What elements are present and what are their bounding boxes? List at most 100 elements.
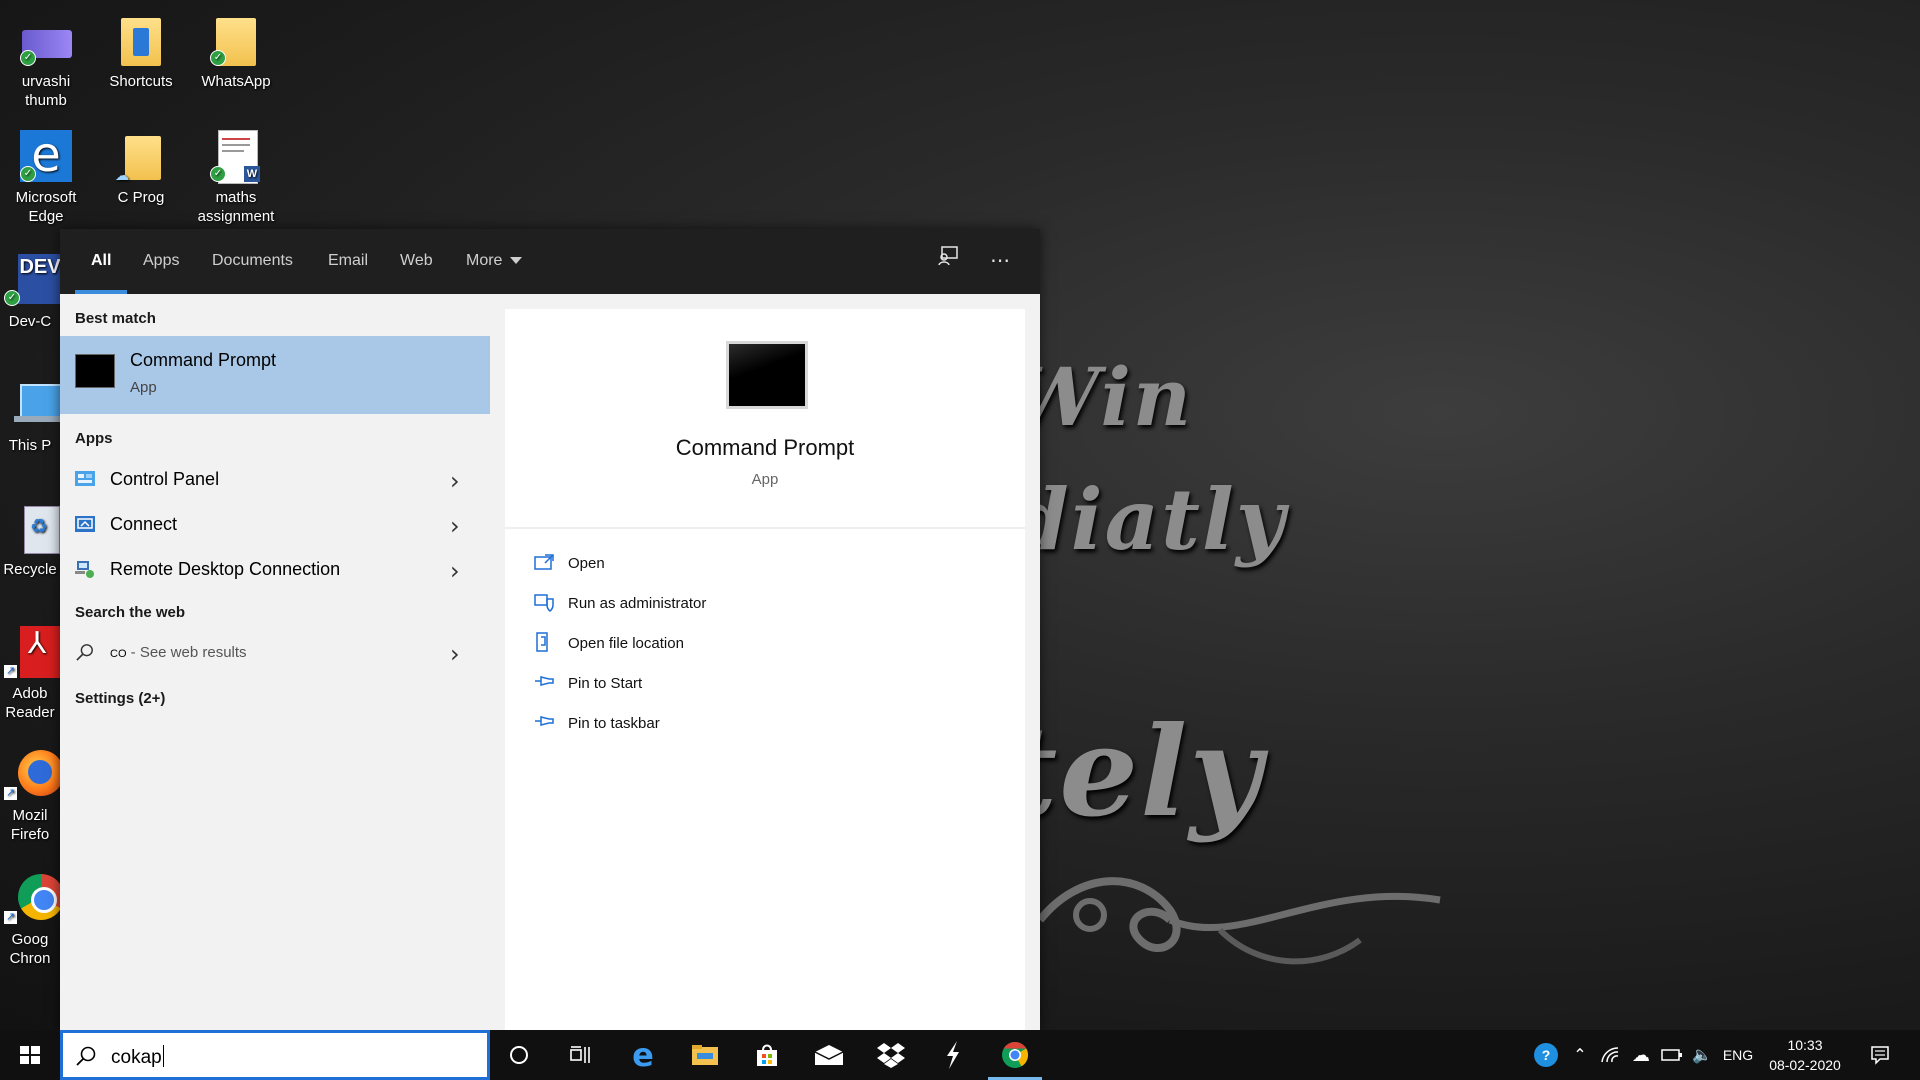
search-icon xyxy=(76,1046,96,1066)
desktop-icon-label: WhatsApp xyxy=(201,73,271,90)
mail-icon xyxy=(814,1045,844,1065)
tab-more[interactable]: More xyxy=(466,229,523,294)
chevron-up-icon: ⌃ xyxy=(1573,1047,1587,1064)
best-match-subtitle: App xyxy=(130,379,157,396)
desktop-icon-dev-c[interactable]: DEV ✓ Dev-C xyxy=(0,252,62,331)
tab-more-label: More xyxy=(466,252,503,269)
chevron-right-icon[interactable]: › xyxy=(450,512,460,540)
action-center-button[interactable] xyxy=(1860,1030,1900,1080)
dropbox-icon xyxy=(877,1043,905,1068)
desktop-icon-google-chrome[interactable]: ↗ Goog Chron xyxy=(0,870,64,968)
network-tray-button[interactable] xyxy=(1596,1030,1624,1080)
recycle-bin-icon: ♻ xyxy=(2,500,60,556)
chevron-right-icon[interactable]: › xyxy=(450,557,460,585)
taskbar-file-explorer-button[interactable] xyxy=(674,1030,736,1080)
best-match-command-prompt[interactable]: Command Prompt App xyxy=(60,336,490,414)
action-label: Pin to taskbar xyxy=(568,715,660,732)
pin-icon xyxy=(535,676,554,686)
start-button[interactable] xyxy=(0,1030,60,1080)
tab-email[interactable]: Email xyxy=(328,229,368,294)
tab-documents[interactable]: Documents xyxy=(212,229,293,294)
taskbar-chrome-button[interactable] xyxy=(984,1030,1046,1080)
desktop-icon-label: maths assignment xyxy=(197,189,275,225)
feedback-button[interactable] xyxy=(930,243,966,279)
desktop-icon-shortcuts[interactable]: Shortcuts xyxy=(95,12,187,91)
desktop-icon-this-pc[interactable]: This P xyxy=(0,376,66,455)
desktop-icon-urvashi-thumb[interactable]: ✓ urvashi thumb xyxy=(0,12,92,110)
help-icon: ? xyxy=(1534,1043,1558,1067)
action-run-as-administrator[interactable]: Run as administrator xyxy=(533,591,993,621)
section-best-match: Best match xyxy=(75,310,156,327)
result-remote-desktop-connection[interactable]: Remote Desktop Connection › xyxy=(60,548,490,592)
onedrive-tray-button[interactable]: ☁ xyxy=(1626,1030,1656,1080)
desktop-icon-adobe-reader[interactable]: ⅄ ↗ Adob Reader xyxy=(0,624,62,722)
lightning-app-icon xyxy=(947,1041,959,1069)
help-tray-button[interactable]: ? xyxy=(1528,1030,1564,1080)
desktop-icon-label: C Prog xyxy=(117,189,165,206)
desktop-icon-label: Recycle xyxy=(3,561,57,578)
desktop-icon-c-prog[interactable]: ☁ C Prog xyxy=(95,128,187,207)
desktop-icon-label: Adob Reader xyxy=(5,685,55,721)
action-open-file-location[interactable]: Open file location xyxy=(533,631,993,661)
battery-tray-button[interactable] xyxy=(1658,1030,1686,1080)
ellipsis-icon: ⋯ xyxy=(990,250,1010,272)
taskbar-store-button[interactable] xyxy=(736,1030,798,1080)
desktop-icon-firefox[interactable]: ↗ Mozil Firefo xyxy=(0,746,64,844)
sync-check-icon: ✓ xyxy=(210,166,226,182)
results-list: Best match Command Prompt App Apps Contr… xyxy=(60,294,490,1030)
firefox-icon: ↗ xyxy=(2,746,64,802)
pdf-icon: ⅄ ↗ xyxy=(2,624,62,680)
taskbar-app-button[interactable] xyxy=(922,1030,984,1080)
tab-all[interactable]: All xyxy=(74,229,129,294)
result-label: Control Panel xyxy=(110,469,220,489)
file-explorer-icon xyxy=(692,1045,718,1065)
tab-apps[interactable]: Apps xyxy=(143,229,179,294)
result-control-panel[interactable]: Control Panel › xyxy=(60,458,490,502)
volume-tray-button[interactable]: 🔈 xyxy=(1688,1030,1716,1080)
wifi-icon xyxy=(1601,1047,1619,1063)
desktop-icon-whatsapp[interactable]: ✓ WhatsApp xyxy=(190,12,282,91)
action-pin-to-taskbar[interactable]: Pin to taskbar xyxy=(533,711,993,741)
action-pin-to-start[interactable]: Pin to Start xyxy=(533,671,993,701)
pin-icon xyxy=(535,716,554,726)
desktop-icon-label: This P xyxy=(8,437,52,454)
notification-icon xyxy=(1871,1046,1889,1065)
show-hidden-icons-button[interactable]: ⌃ xyxy=(1566,1030,1594,1080)
desktop-icon-label: Shortcuts xyxy=(109,73,173,90)
devcpp-icon: DEV ✓ xyxy=(2,252,62,308)
chrome-icon xyxy=(1002,1041,1029,1068)
cortana-button[interactable] xyxy=(488,1030,550,1080)
search-icon xyxy=(76,644,93,661)
feedback-icon xyxy=(938,246,958,266)
wallpaper-text-2: diatly xyxy=(1010,470,1287,569)
windows-logo-icon xyxy=(20,1046,40,1064)
taskbar-dropbox-button[interactable] xyxy=(860,1030,922,1080)
preview-pane: Command Prompt App Open Run as administr… xyxy=(505,309,1025,1030)
result-connect[interactable]: Connect › xyxy=(60,503,490,547)
volume-icon: 🔈 xyxy=(1692,1047,1712,1064)
section-settings[interactable]: Settings (2+) xyxy=(75,690,165,707)
clock-date: 08-02-2020 xyxy=(1769,1057,1841,1073)
folder-icon: ☁ xyxy=(113,128,169,184)
taskbar-mail-button[interactable] xyxy=(798,1030,860,1080)
desktop-icon-recycle-bin[interactable]: ♻ Recycle xyxy=(0,500,60,579)
taskbar-search-box[interactable]: cokap xyxy=(60,1030,490,1080)
tab-web[interactable]: Web xyxy=(400,229,433,294)
result-web-search[interactable]: co - See web results › xyxy=(60,631,490,675)
chevron-right-icon[interactable]: › xyxy=(450,467,460,495)
more-options-button[interactable]: ⋯ xyxy=(982,243,1018,279)
desktop-icon-maths-assignment[interactable]: W ✓ maths assignment xyxy=(190,128,282,226)
task-view-button[interactable] xyxy=(550,1030,612,1080)
taskbar-edge-button[interactable]: e xyxy=(612,1030,674,1080)
search-input[interactable]: cokap xyxy=(111,1045,164,1069)
desktop-icon-microsoft-edge[interactable]: e ✓ Microsoft Edge xyxy=(0,128,92,226)
search-flyout: All Apps Documents Email Web More ⋯ Best… xyxy=(60,229,1040,1030)
clock[interactable]: 10:33 08-02-2020 xyxy=(1760,1035,1850,1075)
chrome-icon: ↗ xyxy=(2,870,64,926)
action-open[interactable]: Open xyxy=(533,551,993,581)
file-location-icon xyxy=(536,632,548,652)
preview-subtitle: App xyxy=(751,471,779,488)
language-indicator[interactable]: ENG xyxy=(1718,1030,1758,1080)
cloud-warning-icon: ☁ xyxy=(1632,1044,1650,1065)
chevron-right-icon[interactable]: › xyxy=(450,640,460,668)
